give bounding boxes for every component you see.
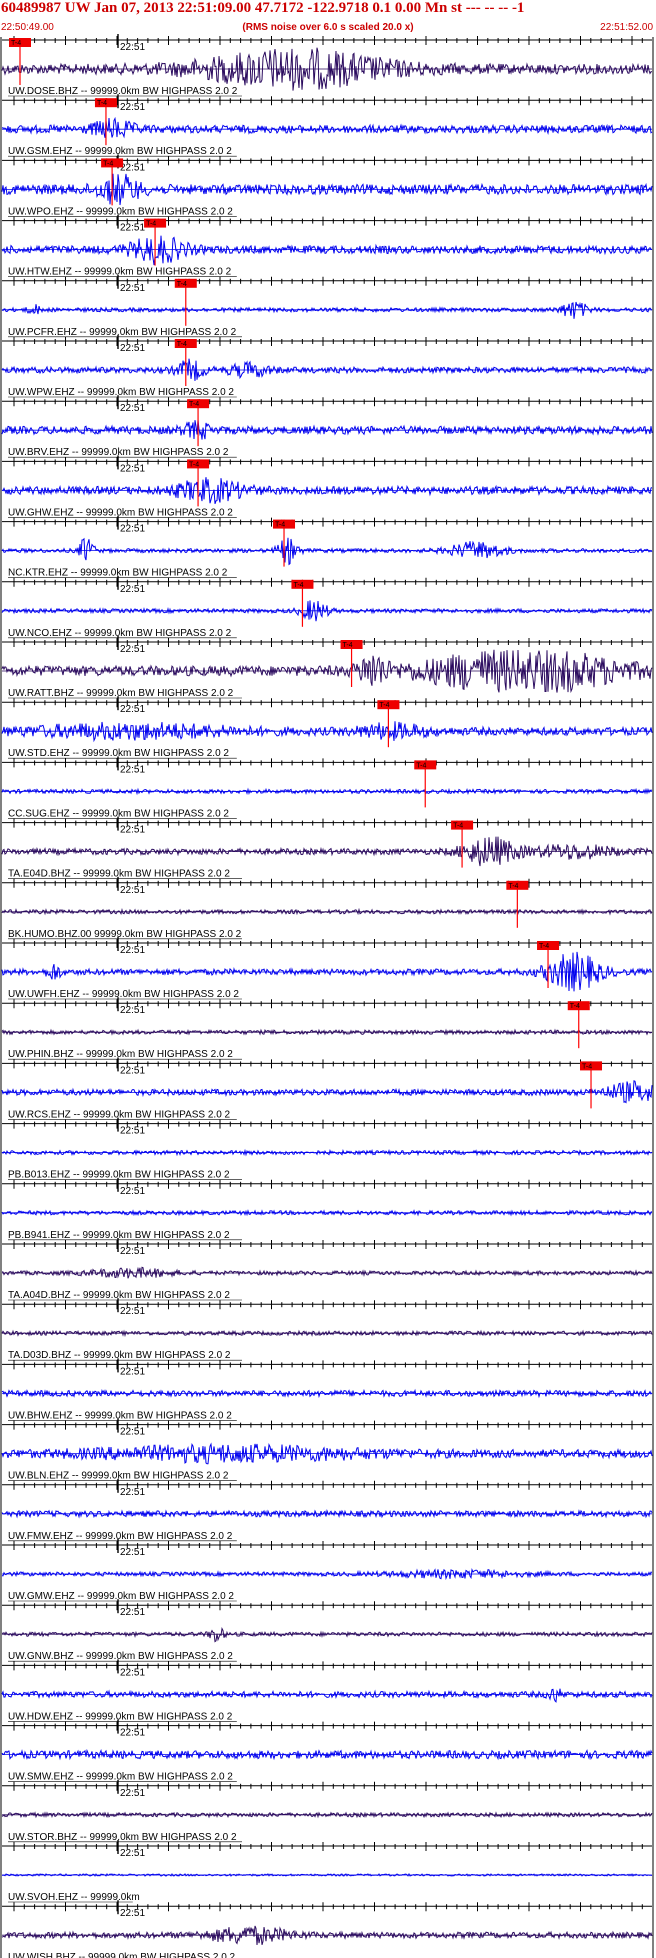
- channel-label: UW.FMW.EHZ -- 99999.0km BW HIGHPASS 2.0 …: [8, 1531, 233, 1542]
- minute-label: 22:51: [120, 1126, 145, 1137]
- minute-label: 22:51: [120, 1667, 145, 1678]
- channel-label: UW.HDW.EHZ -- 99999.0km BW HIGHPASS 2.0 …: [8, 1711, 233, 1722]
- channel-label: UW.HTW.EHZ -- 99999.0km BW HIGHPASS 2.0 …: [8, 267, 232, 278]
- minute-label: 22:51: [120, 223, 145, 234]
- minute-label: 22:51: [120, 825, 145, 836]
- minute-label: 22:51: [120, 584, 145, 595]
- minute-label: 22:51: [120, 1065, 145, 1076]
- minute-label: 22:51: [120, 764, 145, 775]
- pick-label: T-4: [539, 943, 549, 950]
- channel-label: UW.DOSE.BHZ -- 99999.0km BW HIGHPASS 2.0…: [8, 86, 238, 97]
- minute-label: 22:51: [120, 1005, 145, 1016]
- pick-label: T-4: [189, 461, 199, 468]
- minute-label: 22:51: [120, 1848, 145, 1859]
- minute-label: 22:51: [120, 1306, 145, 1317]
- minute-label: 22:51: [120, 1908, 145, 1919]
- minute-label: 22:51: [120, 102, 145, 113]
- waveform: [1, 235, 653, 266]
- channel-label: UW.GNW.BHZ -- 99999.0km BW HIGHPASS 2.0 …: [8, 1651, 233, 1662]
- minute-label: 22:51: [120, 524, 145, 535]
- pick-label: T-4: [11, 40, 21, 47]
- channel-label: UW.BHW.EHZ -- 99999.0km BW HIGHPASS 2.0 …: [8, 1410, 232, 1421]
- pick-label: T-4: [293, 582, 303, 589]
- channel-label: UW.PCFR.EHZ -- 99999.0km BW HIGHPASS 2.0…: [8, 327, 237, 338]
- pick-label: T-4: [379, 702, 389, 709]
- seismogram-traces-panel: 22:51T-4UW.DOSE.BHZ -- 99999.0km BW HIGH…: [0, 34, 654, 1958]
- channel-label: UW.STOR.BHZ -- 99999.0km BW HIGHPASS 2.0…: [8, 1832, 237, 1843]
- channel-label: CC.SUG.EHZ -- 99999.0km BW HIGHPASS 2.0 …: [8, 808, 229, 819]
- minute-label: 22:51: [120, 1788, 145, 1799]
- channel-label: PB.B941.EHZ -- 99999.0km BW HIGHPASS 2.0…: [8, 1230, 230, 1241]
- minute-label: 22:51: [120, 644, 145, 655]
- channel-label: TA.A04D.BHZ -- 99999.0km BW HIGHPASS 2.0…: [8, 1290, 230, 1301]
- minute-label: 22:51: [120, 1427, 145, 1438]
- pick-label: T-4: [275, 522, 285, 529]
- pick-label: T-4: [416, 762, 426, 769]
- channel-label: UW.WISH.BHZ -- 99999.0km BW HIGHPASS 2.0…: [8, 1952, 236, 1958]
- channel-label: UW.NCO.EHZ -- 99999.0km BW HIGHPASS 2.0 …: [8, 628, 232, 639]
- pick-label: T-4: [508, 883, 518, 890]
- minute-label: 22:51: [120, 1547, 145, 1558]
- minute-label: 22:51: [120, 1728, 145, 1739]
- minute-label: 22:51: [120, 704, 145, 715]
- channel-label: UW.WPW.EHZ -- 99999.0km BW HIGHPASS 2.0 …: [8, 387, 234, 398]
- minute-label: 22:51: [120, 1487, 145, 1498]
- waveform: [1, 1080, 653, 1104]
- minute-label: 22:51: [120, 1186, 145, 1197]
- channel-label: UW.WPO.EHZ -- 99999.0km BW HIGHPASS 2.0 …: [8, 206, 233, 217]
- pick-label: T-4: [343, 642, 353, 649]
- pick-label: T-4: [177, 341, 187, 348]
- channel-label: PB.B013.EHZ -- 99999.0km BW HIGHPASS 2.0…: [8, 1170, 230, 1181]
- channel-label: UW.RATT.BHZ -- 99999.0km BW HIGHPASS 2.0…: [8, 688, 234, 699]
- channel-label: BK.HUMO.BHZ.00 99999.0km BW HIGHPASS 2.0…: [8, 929, 242, 940]
- pick-label: T-4: [97, 100, 107, 107]
- channel-label: UW.STD.EHZ -- 99999.0km BW HIGHPASS 2.0 …: [8, 748, 229, 759]
- channel-label: TA.E04D.BHZ -- 99999.0km BW HIGHPASS 2.0…: [8, 869, 230, 880]
- minute-label: 22:51: [120, 162, 145, 173]
- waveform: [1, 301, 653, 319]
- channel-label: TA.D03D.BHZ -- 99999.0km BW HIGHPASS 2.0…: [8, 1350, 231, 1361]
- minute-label: 22:51: [120, 1246, 145, 1257]
- pick-label: T-4: [570, 1003, 580, 1010]
- minute-label: 22:51: [120, 283, 145, 294]
- pick-label: T-4: [146, 221, 156, 228]
- minute-label: 22:51: [120, 343, 145, 354]
- pick-label: T-4: [103, 160, 113, 167]
- waveform: [1, 537, 653, 566]
- channel-label: UW.GSM.EHZ -- 99999.0km BW HIGHPASS 2.0 …: [8, 146, 232, 157]
- waveform: [1, 1688, 653, 1703]
- pick-label: T-4: [582, 1063, 592, 1070]
- pick-label: T-4: [177, 281, 187, 288]
- channel-label: UW.SVOH.EHZ -- 99999.0km: [8, 1892, 140, 1903]
- channel-label: UW.GMW.EHZ -- 99999.0km BW HIGHPASS 2.0 …: [8, 1591, 234, 1602]
- waveform: [1, 116, 653, 139]
- waveform: [1, 419, 653, 440]
- minute-label: 22:51: [120, 463, 145, 474]
- pick-label: T-4: [453, 823, 463, 830]
- minute-label: 22:51: [120, 1607, 145, 1618]
- minute-label: 22:51: [120, 885, 145, 896]
- channel-label: UW.RCS.EHZ -- 99999.0km BW HIGHPASS 2.0 …: [8, 1109, 231, 1120]
- minute-label: 22:51: [120, 945, 145, 956]
- pick-label: T-4: [189, 401, 199, 408]
- waveform: [2, 1627, 653, 1643]
- channel-label: UW.PHIN.BHZ -- 99999.0km BW HIGHPASS 2.0…: [8, 1049, 233, 1060]
- channel-label: UW.UWFH.EHZ -- 99999.0km BW HIGHPASS 2.0…: [8, 989, 239, 1000]
- minute-label: 22:51: [120, 42, 145, 53]
- minute-label: 22:51: [120, 403, 145, 414]
- minute-label: 22:51: [120, 1366, 145, 1377]
- channel-label: UW.GHW.EHZ -- 99999.0km BW HIGHPASS 2.0 …: [8, 507, 233, 518]
- channel-label: UW.SMW.EHZ -- 99999.0km BW HIGHPASS 2.0 …: [8, 1772, 233, 1783]
